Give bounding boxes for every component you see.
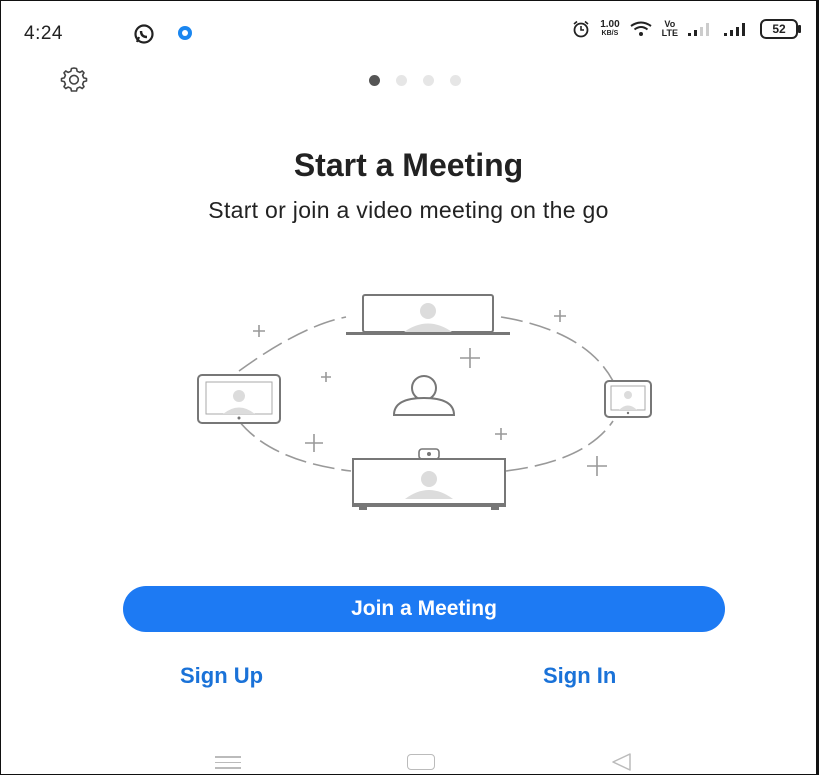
center-person [392, 375, 456, 416]
phone-device [604, 380, 652, 418]
notification-app-icon [178, 26, 192, 40]
page-indicator [369, 75, 461, 86]
network-speed: 1.00 KB/S [600, 19, 620, 38]
tablet-device [197, 374, 281, 424]
sign-up-link[interactable]: Sign Up [180, 663, 263, 689]
page-subtitle: Start or join a video meeting on the go [208, 197, 609, 223]
wifi-icon [630, 21, 652, 36]
clock: 4:24 [24, 23, 63, 44]
signal-icon-2 [724, 23, 745, 36]
sign-in-link[interactable]: Sign In [543, 663, 616, 689]
page-dot-active [369, 75, 380, 86]
page-dot [450, 75, 461, 86]
signal-icon-1 [688, 23, 709, 36]
recents-button[interactable] [215, 756, 241, 773]
page-dot [396, 75, 407, 86]
page-title: Start a Meeting [293, 147, 524, 183]
home-button[interactable] [407, 754, 435, 770]
back-icon[interactable] [610, 752, 632, 772]
battery-icon: 52 [760, 19, 801, 39]
volte-indicator: Vo LTE [661, 19, 678, 38]
room-system-device [352, 448, 506, 510]
page-dot [423, 75, 434, 86]
devices-meeting-illustration [197, 294, 652, 510]
alarm-icon [573, 20, 589, 38]
laptop-device [346, 294, 510, 335]
system-nav-bar [1, 736, 816, 774]
whatsapp-icon [134, 24, 154, 44]
gear-icon[interactable] [60, 65, 88, 93]
join-meeting-button[interactable]: Join a Meeting [123, 586, 725, 632]
app-screen: 4:24 1.00 KB/S Vo LTE 52 Start a Meeting… [0, 0, 819, 775]
status-bar: 4:24 1.00 KB/S Vo LTE 52 [1, 1, 816, 65]
status-indicators: 1.00 KB/S Vo LTE 52 [572, 19, 801, 39]
